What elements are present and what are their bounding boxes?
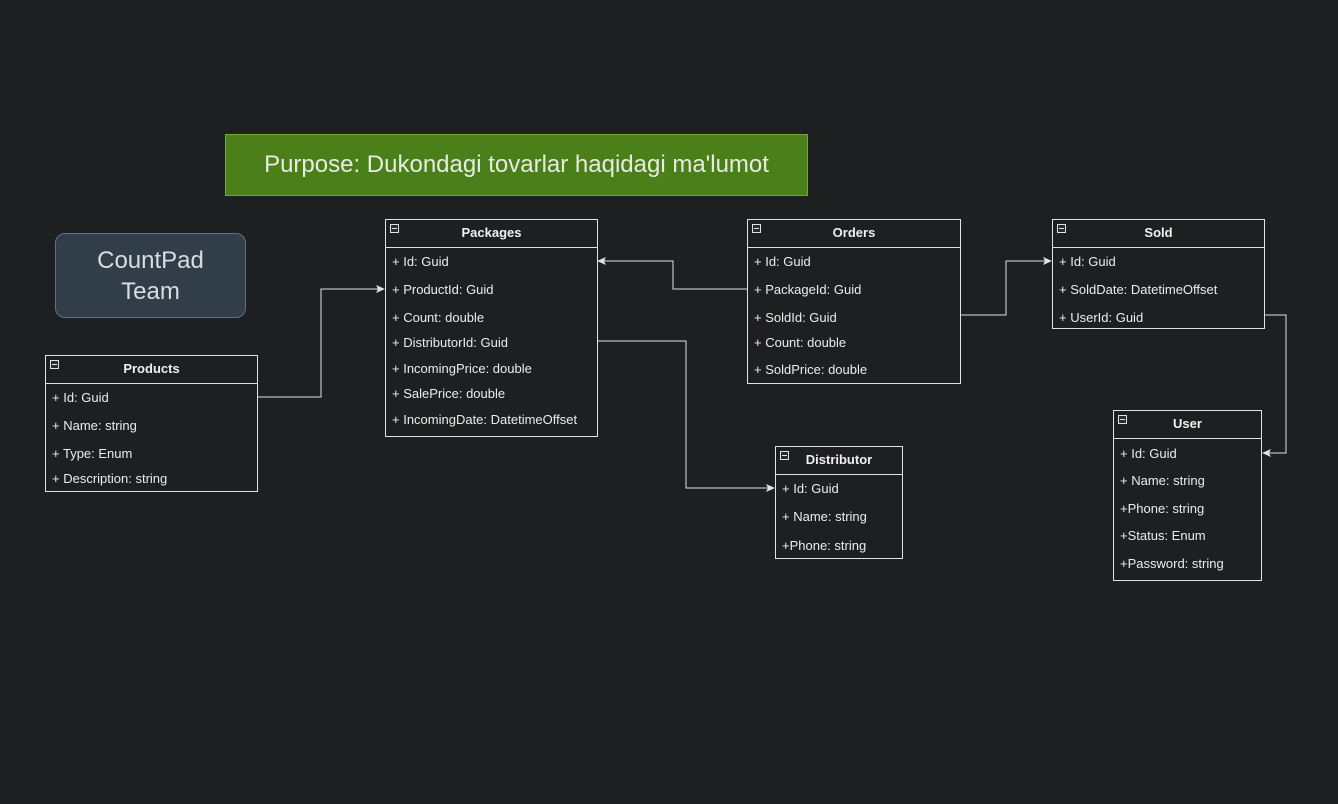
field: + Id: Guid <box>1120 446 1177 461</box>
entity-title: User <box>1173 416 1202 431</box>
collapse-icon[interactable] <box>1057 224 1066 233</box>
field: + DistributorId: Guid <box>392 335 508 350</box>
connector-orders-packages[interactable] <box>597 257 747 290</box>
field: + Id: Guid <box>392 254 449 269</box>
entity-orders[interactable]: Orders + Id: Guid + PackageId: Guid + So… <box>747 219 961 384</box>
collapse-icon[interactable] <box>390 224 399 233</box>
collapse-icon[interactable] <box>752 224 761 233</box>
field: + IncomingPrice: double <box>392 361 532 376</box>
entity-sold[interactable]: Sold + Id: Guid + SoldDate: DatetimeOffs… <box>1052 219 1265 329</box>
team-label-box[interactable]: CountPad Team <box>55 233 246 318</box>
connector-orders-sold[interactable] <box>960 257 1052 316</box>
field: + Type: Enum <box>52 446 133 461</box>
collapse-icon[interactable] <box>50 360 59 369</box>
field: + Description: string <box>52 471 168 486</box>
field: + Name: string <box>1120 473 1205 488</box>
field: + IncomingDate: DatetimeOffset <box>392 412 578 427</box>
connector-products-packages[interactable] <box>257 285 385 398</box>
field: + Id: Guid <box>1059 254 1116 269</box>
field: + UserId: Guid <box>1059 310 1144 325</box>
field: + PackageId: Guid <box>754 282 862 297</box>
field: +Phone: string <box>782 538 867 553</box>
entity-packages[interactable]: Packages + Id: Guid + ProductId: Guid + … <box>385 219 598 437</box>
field: + SoldId: Guid <box>754 310 837 325</box>
field: + ProductId: Guid <box>392 282 494 297</box>
field: +Status: Enum <box>1120 528 1206 543</box>
purpose-banner[interactable]: Purpose: Dukondagi tovarlar haqidagi ma'… <box>225 134 808 196</box>
entity-products[interactable]: Products + Id: Guid + Name: string + Typ… <box>45 355 258 492</box>
collapse-icon[interactable] <box>780 451 789 460</box>
entity-title: Orders <box>832 225 876 240</box>
field: + Id: Guid <box>754 254 811 269</box>
entity-title: Products <box>123 361 180 376</box>
entity-title: Packages <box>461 225 522 240</box>
field: + SalePrice: double <box>392 386 506 401</box>
field: + Id: Guid <box>782 481 839 496</box>
entity-user[interactable]: User + Id: Guid + Name: string +Phone: s… <box>1113 410 1262 581</box>
field: + Count: double <box>754 335 847 350</box>
field: + SoldPrice: double <box>754 362 868 377</box>
connector-sold-user[interactable] <box>1262 314 1287 457</box>
collapse-icon[interactable] <box>1118 415 1127 424</box>
field: + Id: Guid <box>52 390 109 405</box>
field: +Password: string <box>1120 556 1224 571</box>
field: +Phone: string <box>1120 501 1205 516</box>
entity-distributor[interactable]: Distributor + Id: Guid + Name: string +P… <box>775 446 903 559</box>
field: + Name: string <box>52 418 137 433</box>
field: + SoldDate: DatetimeOffset <box>1059 282 1218 297</box>
field: + Count: double <box>392 310 485 325</box>
entity-title: Sold <box>1144 225 1173 240</box>
entity-title: Distributor <box>805 452 873 467</box>
field: + Name: string <box>782 509 867 524</box>
